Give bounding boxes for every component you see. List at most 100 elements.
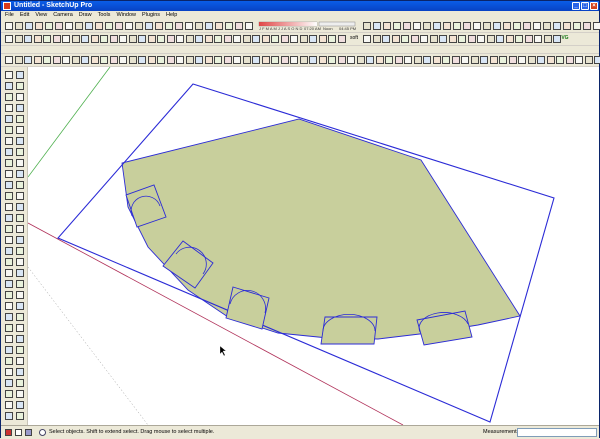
- rotate-tool-icon[interactable]: [5, 335, 13, 343]
- tool-icon[interactable]: [487, 35, 495, 43]
- tool-icon[interactable]: [243, 35, 251, 43]
- modeling-viewport[interactable]: [28, 67, 599, 425]
- eraser-tool-icon[interactable]: [5, 313, 13, 321]
- tool-icon[interactable]: [319, 35, 327, 43]
- menu-plugins[interactable]: Plugins: [142, 11, 160, 20]
- wireframe-icon[interactable]: [24, 56, 32, 64]
- tool-icon[interactable]: [473, 22, 481, 30]
- tool-icon[interactable]: [383, 22, 391, 30]
- tool-icon[interactable]: [338, 35, 346, 43]
- dimension-tool-icon[interactable]: [16, 357, 24, 365]
- section-icon[interactable]: [129, 56, 137, 64]
- tool-icon[interactable]: [205, 35, 213, 43]
- tool-icon[interactable]: [499, 56, 507, 64]
- minimize-button[interactable]: _: [572, 2, 580, 10]
- tool-icon[interactable]: [281, 35, 289, 43]
- select-tool-icon[interactable]: [5, 269, 13, 277]
- tool-icon[interactable]: [414, 56, 422, 64]
- scale-icon[interactable]: [43, 35, 51, 43]
- zoom-extents-icon[interactable]: [148, 35, 156, 43]
- make-component-tool-icon[interactable]: [16, 269, 24, 277]
- select-icon[interactable]: [115, 22, 123, 30]
- tool-icon[interactable]: [290, 56, 298, 64]
- previous-tool-icon[interactable]: [16, 412, 24, 420]
- scale-tool-icon[interactable]: [5, 346, 13, 354]
- polygon-icon[interactable]: [195, 22, 203, 30]
- maximize-button[interactable]: □: [581, 2, 589, 10]
- tool-icon[interactable]: [443, 22, 451, 30]
- x-ray-icon[interactable]: [5, 56, 13, 64]
- rectangle-tool-icon[interactable]: [5, 280, 13, 288]
- tool-icon[interactable]: [503, 22, 511, 30]
- select-tool-icon[interactable]: [5, 71, 13, 79]
- tool-icon[interactable]: [224, 35, 232, 43]
- open-icon[interactable]: [15, 22, 23, 30]
- pan-tool-icon[interactable]: [16, 390, 24, 398]
- tool-icon[interactable]: [382, 35, 390, 43]
- position-camera-tool-icon[interactable]: [5, 225, 13, 233]
- top-icon[interactable]: [81, 56, 89, 64]
- tool-icon[interactable]: [186, 35, 194, 43]
- tape-measure-tool-icon[interactable]: [5, 159, 13, 167]
- menu-draw[interactable]: Draw: [79, 11, 92, 20]
- help-icon[interactable]: [39, 429, 46, 436]
- tool-icon[interactable]: [433, 56, 441, 64]
- text-tool-icon[interactable]: [16, 368, 24, 376]
- tool-icon[interactable]: [205, 56, 213, 64]
- make-component-tool-icon[interactable]: [16, 71, 24, 79]
- undo-icon[interactable]: [75, 22, 83, 30]
- stamp-tool-icon[interactable]: [16, 258, 24, 266]
- push-pull-tool-icon[interactable]: [16, 324, 24, 332]
- tool-icon[interactable]: [262, 35, 270, 43]
- tool-icon[interactable]: [393, 22, 401, 30]
- tool-icon[interactable]: [413, 22, 421, 30]
- tool-icon[interactable]: [528, 56, 536, 64]
- tool-icon[interactable]: [515, 35, 523, 43]
- tool-icon[interactable]: [376, 56, 384, 64]
- arc-icon[interactable]: [185, 22, 193, 30]
- shaded-icon[interactable]: [43, 56, 51, 64]
- tool-icon[interactable]: [496, 35, 504, 43]
- print-icon[interactable]: [95, 22, 103, 30]
- tool-icon[interactable]: [430, 35, 438, 43]
- tool-icon[interactable]: [411, 35, 419, 43]
- tool-icon[interactable]: [433, 22, 441, 30]
- tool-icon[interactable]: [243, 56, 251, 64]
- tool-icon[interactable]: [404, 56, 412, 64]
- paste-icon[interactable]: [55, 22, 63, 30]
- circle-tool-icon[interactable]: [5, 291, 13, 299]
- pan-icon[interactable]: [119, 35, 127, 43]
- tool-icon[interactable]: [328, 56, 336, 64]
- section-plane-tool-icon[interactable]: [16, 236, 24, 244]
- protractor-tool-icon[interactable]: [5, 368, 13, 376]
- model-canvas[interactable]: [28, 67, 599, 425]
- tool-icon[interactable]: [593, 22, 600, 30]
- rotate-tool-icon[interactable]: [5, 137, 13, 145]
- tool-icon[interactable]: [167, 56, 175, 64]
- 3d-text-tool-icon[interactable]: [16, 379, 24, 387]
- tool-icon[interactable]: [373, 22, 381, 30]
- tool-icon[interactable]: [452, 56, 460, 64]
- soften-button-label[interactable]: soft: [350, 35, 358, 41]
- tool-icon[interactable]: [468, 35, 476, 43]
- tool-icon[interactable]: [518, 56, 526, 64]
- tool-icon[interactable]: [271, 35, 279, 43]
- tool-icon[interactable]: [420, 35, 428, 43]
- tool-icon[interactable]: [290, 35, 298, 43]
- tool-icon[interactable]: [195, 56, 203, 64]
- tool-icon[interactable]: [563, 22, 571, 30]
- tool-icon[interactable]: [338, 56, 346, 64]
- menu-file[interactable]: File: [5, 11, 14, 20]
- tool-icon[interactable]: [547, 56, 555, 64]
- orbit-tool-icon[interactable]: [5, 192, 13, 200]
- orbit-icon[interactable]: [110, 35, 118, 43]
- zoom-window-tool-icon[interactable]: [16, 203, 24, 211]
- orbit-tool-icon[interactable]: [5, 390, 13, 398]
- display-section-icon[interactable]: [138, 56, 146, 64]
- iso-icon[interactable]: [72, 56, 80, 64]
- dimension-tool-icon[interactable]: [16, 159, 24, 167]
- tool-icon[interactable]: [363, 35, 371, 43]
- zoom-tool-icon[interactable]: [5, 401, 13, 409]
- new-icon[interactable]: [5, 22, 13, 30]
- axes-tool-icon[interactable]: [5, 379, 13, 387]
